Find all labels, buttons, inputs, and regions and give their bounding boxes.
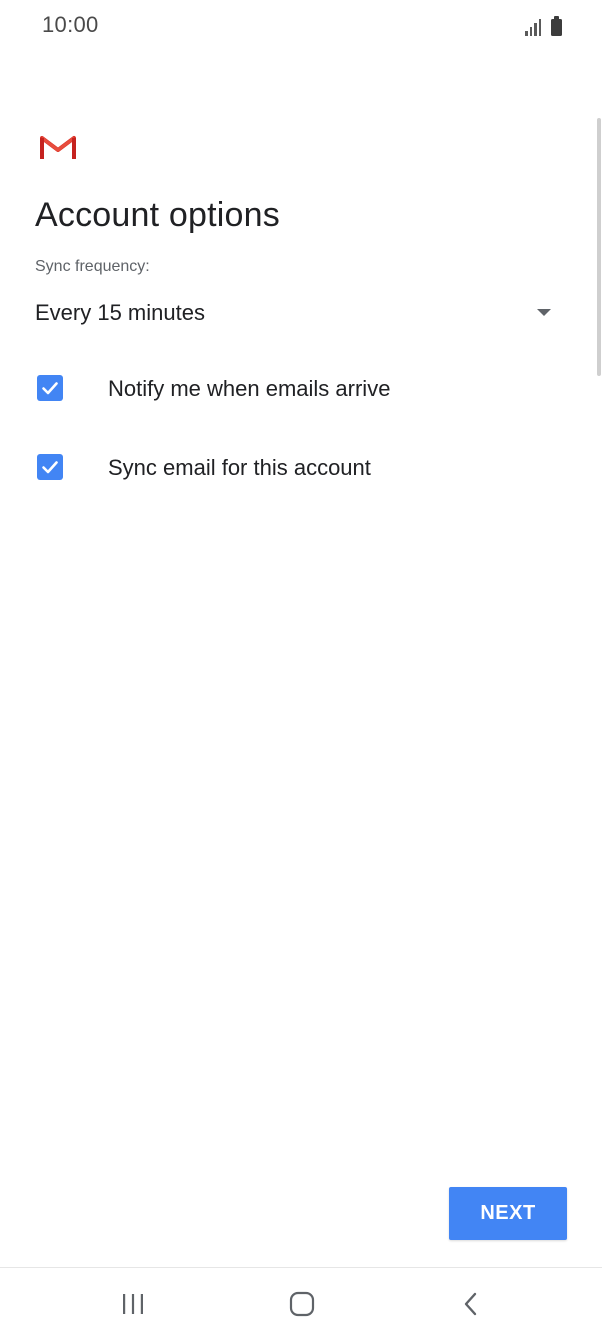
notify-option-label: Notify me when emails arrive [108,376,391,401]
checkmark-icon [42,382,58,395]
signal-icon [525,18,541,36]
sync-email-checkbox[interactable] [37,454,63,480]
status-time: 10:00 [42,12,99,37]
notify-option-row[interactable]: Notify me when emails arrive [35,363,565,413]
navigation-bar [0,1267,602,1337]
notify-checkbox[interactable] [37,375,63,401]
dropdown-arrow-icon [537,309,551,316]
checkmark-icon [42,461,58,474]
sync-frequency-value: Every 15 minutes [35,300,205,325]
scroll-indicator[interactable] [597,118,601,376]
back-icon [464,1292,477,1316]
status-icons [525,16,562,36]
next-button[interactable]: NEXT [449,1187,567,1240]
sync-frequency-dropdown[interactable]: Every 15 minutes [35,294,560,334]
page-title: Account options [35,196,280,234]
home-icon [289,1291,315,1317]
home-button[interactable] [282,1288,322,1320]
battery-icon [551,16,562,36]
back-button[interactable] [451,1288,491,1320]
recent-apps-button[interactable] [113,1288,153,1320]
sync-email-option-row[interactable]: Sync email for this account [35,442,565,492]
account-options-screen: 10:00 Account options Sync frequency: Ev… [0,0,602,1337]
sync-frequency-label: Sync frequency: [35,258,150,275]
gmail-logo-icon [40,135,76,159]
sync-email-option-label: Sync email for this account [108,455,371,480]
recent-apps-icon [123,1294,143,1314]
